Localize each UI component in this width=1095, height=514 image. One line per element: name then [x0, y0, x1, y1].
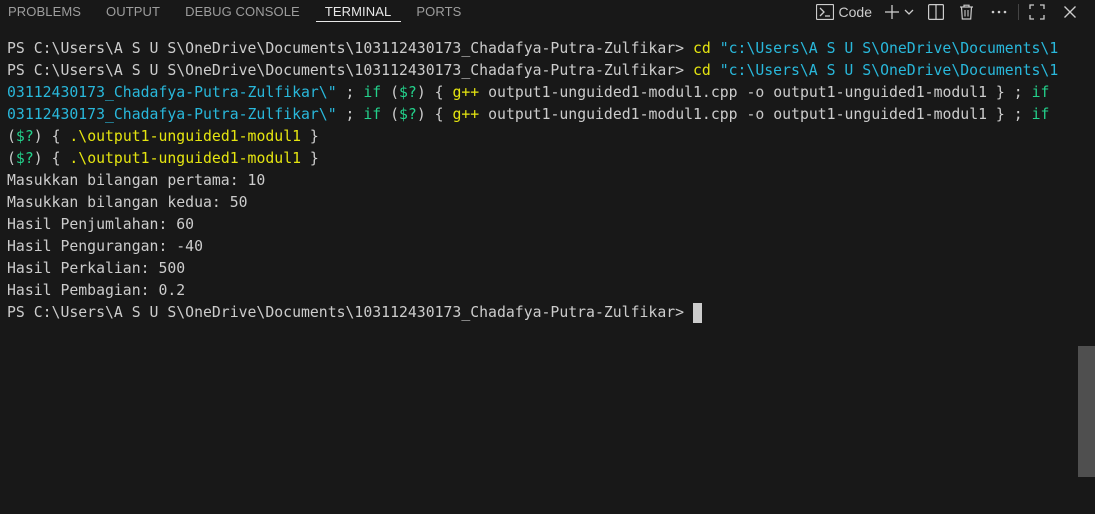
program-output-line: Hasil Perkalian: 500	[7, 260, 186, 277]
keyword-token: if	[1031, 106, 1050, 123]
terminal-line: PS C:\Users\A S U S\OneDrive\Documents\1…	[0, 302, 1076, 324]
string-token: "c:\Users\A S U S\OneDrive\Documents\1	[719, 40, 1059, 57]
plain-token: }	[301, 150, 319, 167]
program-output-line: Hasil Pembagian: 0.2	[7, 282, 186, 299]
tab-output[interactable]: OUTPUT	[97, 0, 170, 22]
prompt: PS C:\Users\A S U S\OneDrive\Documents\1…	[7, 304, 685, 321]
panel-actions: Code	[815, 0, 1077, 24]
ellipsis-icon	[991, 10, 1007, 14]
plain-token: ;	[336, 106, 364, 123]
flag-token: -o	[746, 84, 765, 101]
terminal-icon	[815, 4, 834, 20]
plain-token: (	[381, 106, 400, 123]
plain-token: ) {	[33, 150, 70, 167]
terminal-line: 03112430173_Chadafya-Putra-Zulfikar\" ; …	[0, 104, 1076, 126]
prompt: PS C:\Users\A S U S\OneDrive\Documents\1…	[7, 40, 685, 57]
launch-profile-dropdown[interactable]	[904, 1, 914, 23]
command-token: g++	[452, 106, 480, 123]
plain-token: ) {	[416, 84, 453, 101]
prompt: PS C:\Users\A S U S\OneDrive\Documents\1…	[7, 62, 685, 79]
panel-tabs: PROBLEMS OUTPUT DEBUG CONSOLE TERMINAL P…	[0, 0, 471, 24]
more-actions-button[interactable]	[991, 1, 1007, 23]
plain-token: ;	[336, 84, 364, 101]
keyword-token: if	[363, 84, 382, 101]
tab-terminal[interactable]: TERMINAL	[315, 0, 402, 22]
plain-token: output1-unguided1-modul1 } ;	[764, 106, 1032, 123]
terminal-cursor	[692, 303, 702, 323]
plain-token: }	[301, 128, 319, 145]
trash-icon	[959, 4, 974, 20]
string-token: 03112430173_Chadafya-Putra-Zulfikar\"	[7, 84, 337, 101]
string-token: 03112430173_Chadafya-Putra-Zulfikar\"	[7, 106, 337, 123]
close-icon	[1063, 5, 1077, 19]
terminal-output[interactable]: PS C:\Users\A S U S\OneDrive\Documents\1…	[0, 38, 1076, 514]
terminal-line: ($?) { .\output1-unguided1-modul1 }	[0, 126, 1076, 148]
tab-ports[interactable]: PORTS	[407, 0, 471, 22]
panel-header: PROBLEMS OUTPUT DEBUG CONSOLE TERMINAL P…	[0, 0, 1095, 24]
program-output-line: Masukkan bilangan kedua: 50	[7, 194, 248, 211]
scrollbar-thumb[interactable]	[1078, 346, 1095, 477]
variable-token: $?	[399, 106, 417, 123]
plain-token: (	[7, 150, 16, 167]
kill-terminal-button[interactable]	[959, 1, 974, 23]
split-terminal-button[interactable]	[928, 1, 944, 23]
variable-token: $?	[15, 150, 34, 167]
command-token: cd	[692, 62, 711, 79]
terminal-line: PS C:\Users\A S U S\OneDrive\Documents\1…	[0, 38, 1076, 60]
maximize-panel-button[interactable]	[1029, 1, 1045, 23]
terminal-line: ($?) { .\output1-unguided1-modul1 }	[0, 148, 1076, 170]
chevron-down-icon	[904, 8, 914, 16]
plain-token: (	[381, 84, 400, 101]
plain-token: output1-unguided1-modul1.cpp	[479, 106, 747, 123]
plain-token: (	[7, 128, 16, 145]
program-output-line: Masukkan bilangan pertama: 10	[7, 172, 266, 189]
flag-token: -o	[746, 106, 765, 123]
plain-token: output1-unguided1-modul1 } ;	[764, 84, 1032, 101]
program-output-line: Hasil Penjumlahan: 60	[7, 216, 195, 233]
command-token: .\output1-unguided1-modul1	[69, 128, 302, 145]
split-icon	[928, 4, 944, 20]
close-panel-button[interactable]	[1063, 1, 1077, 23]
terminal-profile-label: Code	[838, 4, 872, 20]
plus-icon	[884, 4, 900, 20]
command-token: cd	[692, 40, 711, 57]
variable-token: $?	[399, 84, 417, 101]
string-token: "c:\Users\A S U S\OneDrive\Documents\1	[719, 62, 1059, 79]
new-terminal-button[interactable]	[884, 1, 900, 23]
terminal-line: 03112430173_Chadafya-Putra-Zulfikar\" ; …	[0, 82, 1076, 104]
plain-token: ) {	[33, 128, 70, 145]
tab-problems[interactable]: PROBLEMS	[0, 0, 91, 22]
plain-token: ) {	[416, 106, 453, 123]
command-token: g++	[452, 84, 480, 101]
maximize-icon	[1029, 4, 1045, 20]
terminal-line: PS C:\Users\A S U S\OneDrive\Documents\1…	[0, 60, 1076, 82]
command-token: .\output1-unguided1-modul1	[69, 150, 302, 167]
tab-debug-console[interactable]: DEBUG CONSOLE	[176, 0, 310, 22]
plain-token: output1-unguided1-modul1.cpp	[479, 84, 747, 101]
variable-token: $?	[15, 128, 34, 145]
terminal-profile-button[interactable]: Code	[815, 1, 872, 23]
actions-divider	[1018, 4, 1019, 20]
keyword-token: if	[363, 106, 382, 123]
keyword-token: if	[1031, 84, 1050, 101]
program-output-line: Hasil Pengurangan: -40	[7, 238, 203, 255]
